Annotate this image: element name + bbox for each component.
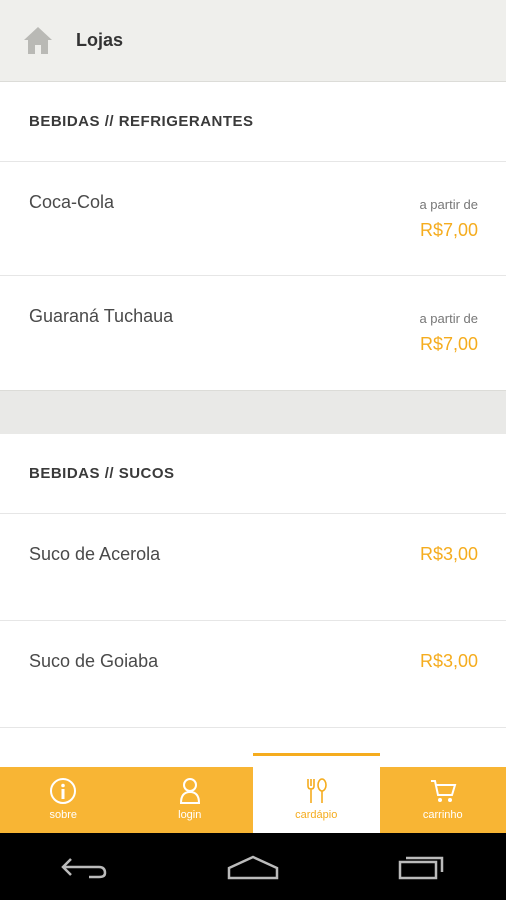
tab-login[interactable]: login [127, 767, 254, 833]
list-item[interactable]: Suco de Goiaba R$3,00 [0, 621, 506, 728]
section-heading: BEBIDAS // SUCOS [0, 434, 506, 514]
tab-label: login [178, 809, 202, 821]
item-name: Suco de Acerola [29, 544, 161, 564]
tab-cardapio[interactable]: cardápio [253, 753, 380, 833]
list-item[interactable]: Coca-Cola a partir de R$7,00 [0, 162, 506, 276]
home-nav-icon [227, 855, 279, 879]
android-nav-bar [0, 833, 506, 900]
price-prefix: a partir de [419, 311, 478, 326]
recents-icon [398, 856, 443, 879]
heading-category: BEBIDAS [29, 113, 101, 130]
recents-button[interactable] [382, 842, 462, 892]
tab-carrinho[interactable]: carrinho [380, 767, 506, 833]
item-name: Coca-Cola [29, 192, 115, 212]
item-price: R$7,00 [419, 220, 478, 240]
tab-sobre[interactable]: sobre [0, 767, 127, 833]
back-icon [61, 857, 107, 878]
list-item[interactable]: Suco de Acerola R$3,00 [0, 514, 506, 621]
fork-spoon-icon [307, 778, 328, 803]
home-button[interactable] [20, 22, 56, 58]
tab-label: cardápio [295, 809, 338, 821]
section-sucos: BEBIDAS // SUCOS Suco de Acerola R$3,00 … [0, 434, 506, 768]
item-name: Suco de Goiaba [29, 651, 159, 671]
home-icon [24, 27, 52, 54]
heading-subcategory: SUCOS [118, 465, 175, 482]
cart-icon [430, 780, 457, 802]
item-name: Guaraná Tuchaua [29, 306, 174, 326]
heading-separator: // [104, 465, 115, 482]
tab-label: carrinho [422, 809, 463, 821]
info-icon [50, 778, 77, 804]
section-refrigerantes: BEBIDAS // REFRIGERANTES Coca-Cola a par… [0, 82, 506, 390]
page-title: Lojas [76, 30, 124, 50]
menu-list[interactable]: BEBIDAS // REFRIGERANTES Coca-Cola a par… [0, 82, 506, 768]
tab-label: sobre [49, 809, 78, 821]
user-icon [179, 778, 200, 804]
section-divider [0, 390, 506, 434]
home-nav-button[interactable] [213, 842, 293, 892]
item-price: R$3,00 [419, 544, 478, 564]
bottom-tab-bar: sobre login cardápio carrinho [0, 753, 506, 833]
list-item[interactable]: Guaraná Tuchaua a partir de R$7,00 [0, 276, 506, 390]
price-prefix: a partir de [419, 197, 478, 212]
item-price: R$3,00 [419, 651, 478, 671]
back-button[interactable] [44, 842, 124, 892]
heading-subcategory: REFRIGERANTES [118, 113, 254, 130]
top-bar: Lojas [0, 0, 506, 82]
section-heading: BEBIDAS // REFRIGERANTES [0, 82, 506, 162]
heading-separator: // [104, 113, 115, 130]
item-price: R$7,00 [419, 334, 478, 354]
heading-category: BEBIDAS [29, 465, 101, 482]
